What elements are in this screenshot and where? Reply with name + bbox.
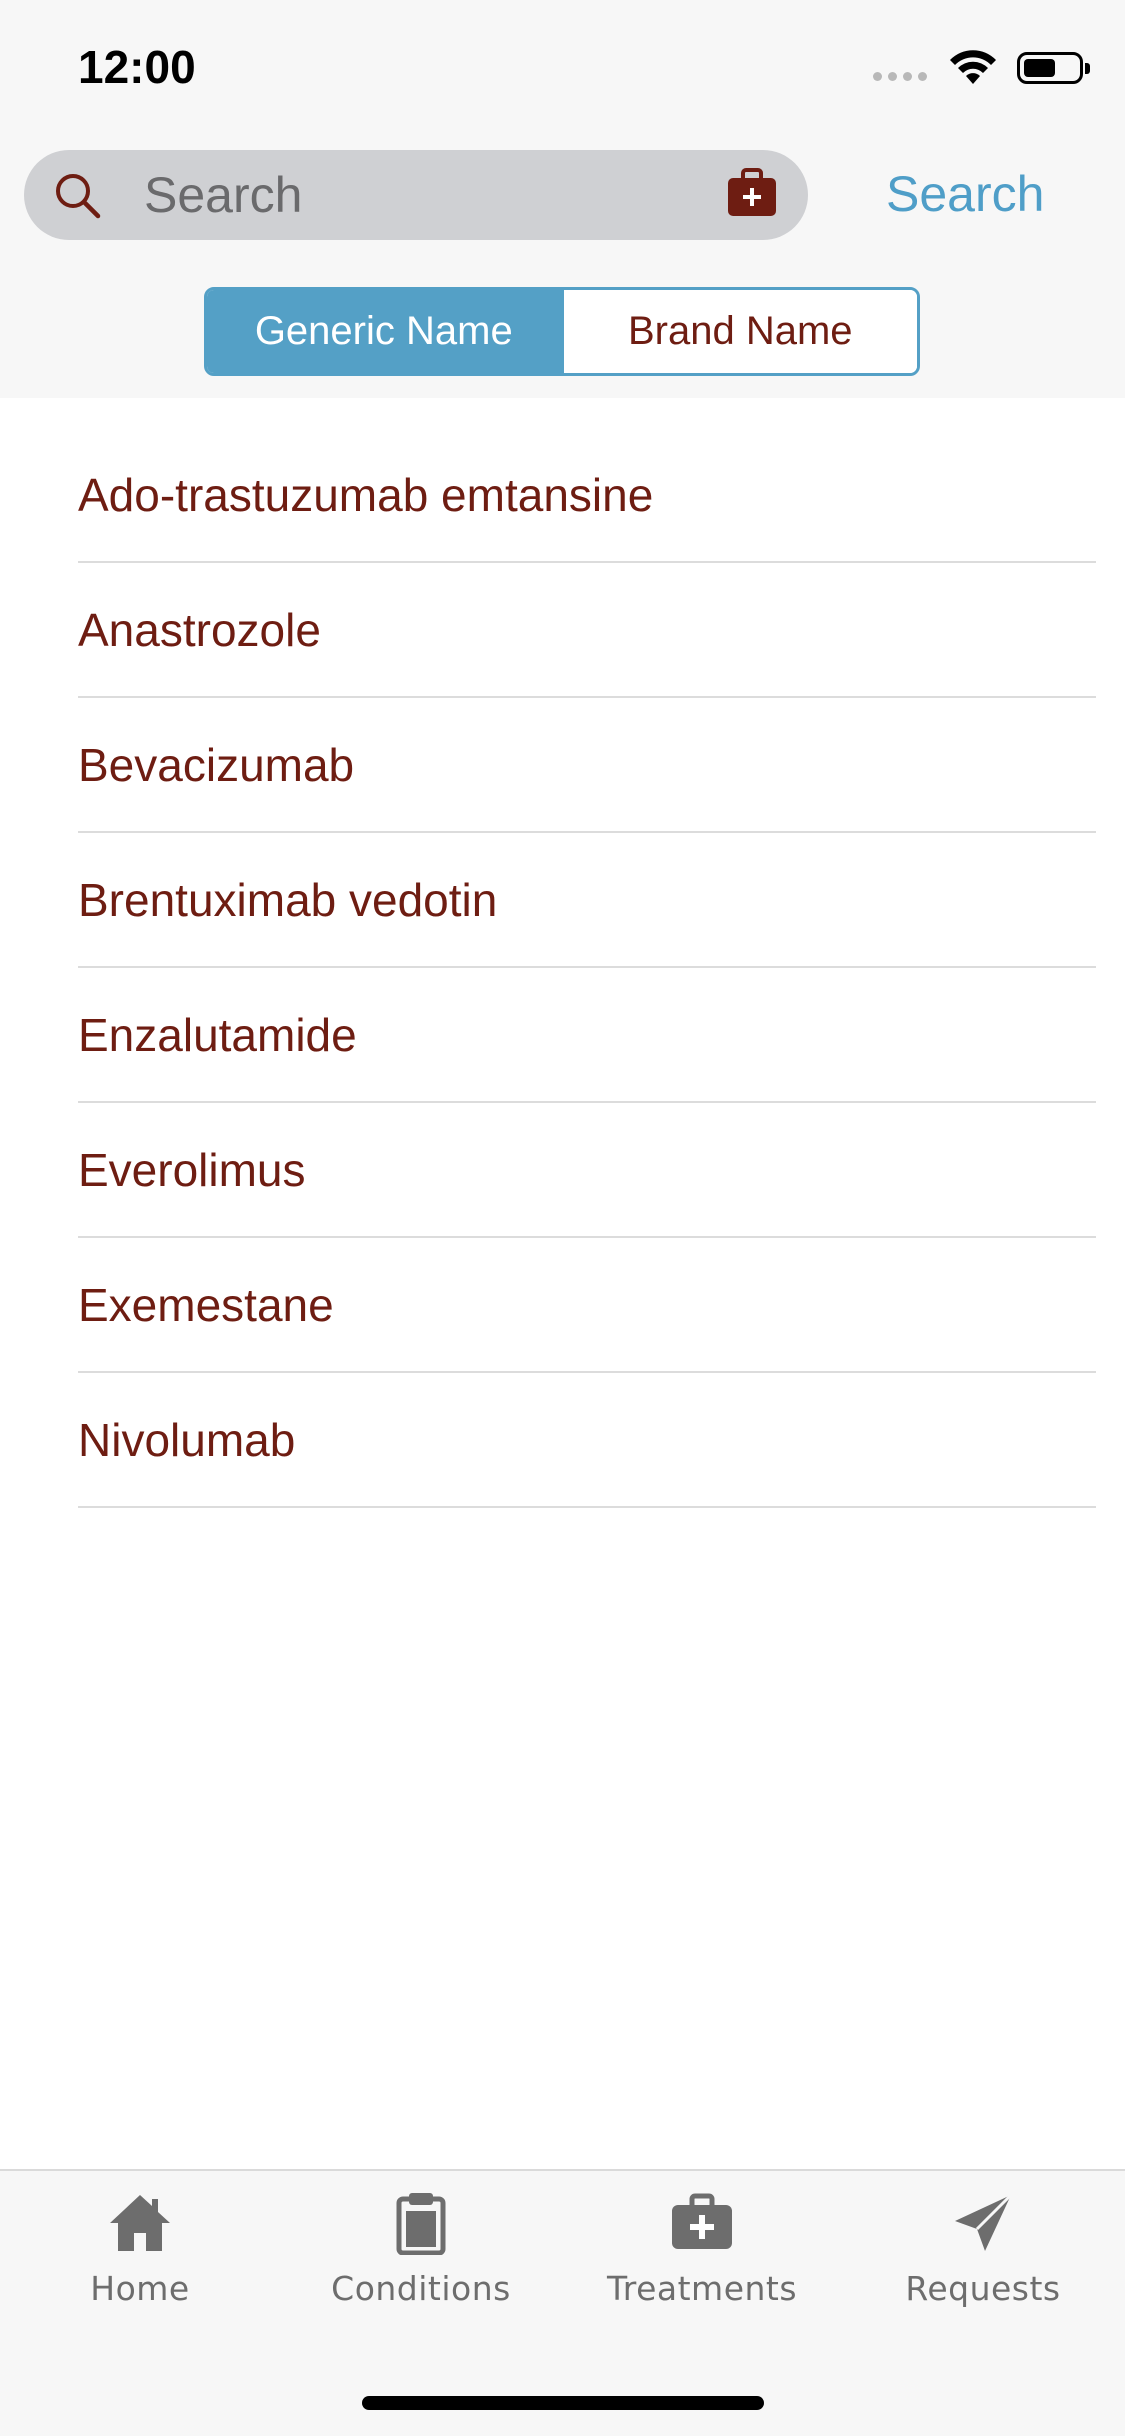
tab-home[interactable]: Home (20, 2191, 260, 2308)
search-button[interactable]: Search (886, 165, 1044, 223)
tab-conditions[interactable]: Conditions (301, 2191, 541, 2308)
search-bar[interactable] (24, 150, 808, 240)
home-indicator (362, 2396, 764, 2410)
list-item[interactable]: Nivolumab (78, 1373, 1096, 1508)
tab-label: Home (90, 2269, 190, 2308)
app-screen: 12:00 Search Search Generic Name Brand N… (0, 0, 1125, 2436)
tab-label: Conditions (331, 2269, 511, 2308)
tab-requests[interactable]: Requests (863, 2191, 1103, 2308)
cellular-signal-icon (873, 71, 927, 81)
wifi-icon (950, 50, 996, 84)
drug-list: Ado-trastuzumab emtansine Anastrozole Be… (78, 428, 1096, 1508)
list-item[interactable]: Brentuximab vedotin (78, 833, 1096, 968)
segment-brand-name[interactable]: Brand Name (560, 290, 917, 373)
status-time: 12:00 (78, 41, 196, 93)
list-item[interactable]: Bevacizumab (78, 698, 1096, 833)
segment-generic-name[interactable]: Generic Name (207, 290, 561, 373)
header-area: 12:00 Search Search Generic Name Brand N… (0, 0, 1125, 398)
list-item[interactable]: Everolimus (78, 1103, 1096, 1238)
tab-treatments[interactable]: Treatments (582, 2191, 822, 2308)
clipboard-icon (396, 2193, 446, 2255)
battery-icon (1017, 52, 1090, 84)
medical-bag-icon[interactable] (726, 168, 778, 218)
home-icon (110, 2195, 170, 2251)
list-item[interactable]: Enzalutamide (78, 968, 1096, 1103)
list-item[interactable]: Ado-trastuzumab emtansine (78, 428, 1096, 563)
search-input[interactable] (144, 150, 724, 240)
list-item[interactable]: Anastrozole (78, 563, 1096, 698)
medical-bag-icon (672, 2193, 732, 2249)
tab-label: Requests (905, 2269, 1061, 2308)
paper-plane-icon (955, 2193, 1013, 2251)
search-icon (56, 174, 101, 219)
name-type-segmented-control: Generic Name Brand Name (204, 287, 920, 376)
status-indicators (873, 48, 1090, 88)
tab-label: Treatments (606, 2269, 798, 2308)
list-item[interactable]: Exemestane (78, 1238, 1096, 1373)
